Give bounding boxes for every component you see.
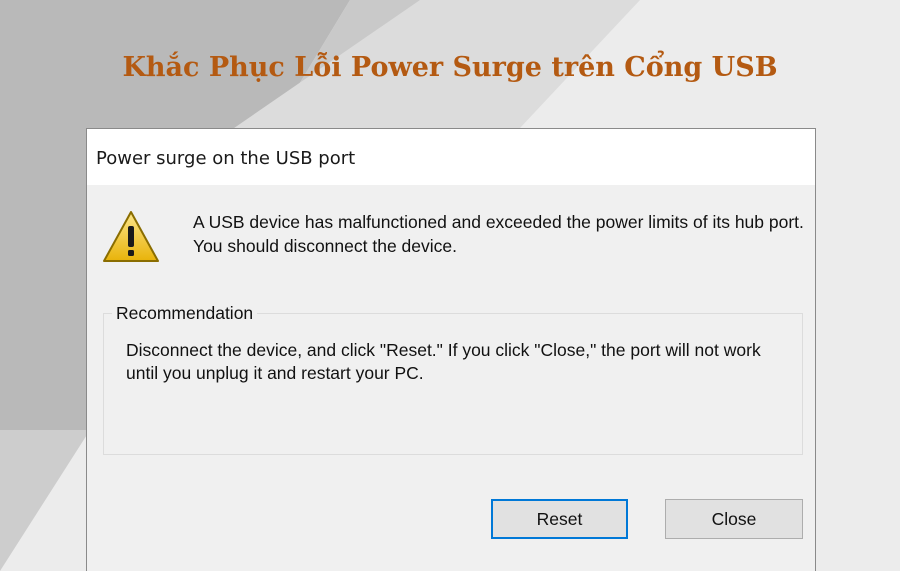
dialog-title: Power surge on the USB port xyxy=(96,148,356,169)
recommendation-group: Recommendation Disconnect the device, an… xyxy=(103,303,803,455)
recommendation-label: Recommendation xyxy=(112,303,258,324)
recommendation-text: Disconnect the device, and click "Reset.… xyxy=(126,340,761,383)
usb-power-surge-dialog: Power surge on the USB port A USB device… xyxy=(86,128,816,571)
reset-button[interactable]: Reset xyxy=(491,499,628,539)
dialog-message: A USB device has malfunctioned and excee… xyxy=(193,212,804,256)
banner-title: Khắc Phục Lỗi Power Surge trên Cổng USB xyxy=(122,52,778,83)
dialog-titlebar: Power surge on the USB port xyxy=(87,129,815,185)
close-button[interactable]: Close xyxy=(665,499,803,539)
warning-icon xyxy=(103,211,159,262)
